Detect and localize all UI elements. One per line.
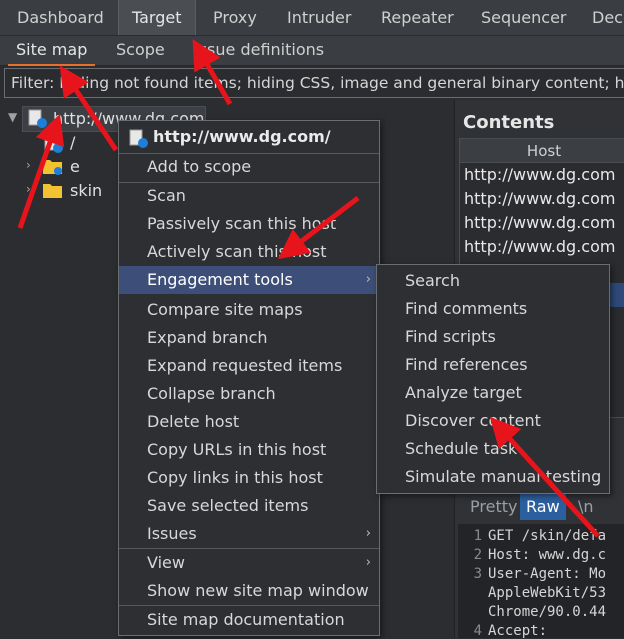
line-number: 2 [473, 547, 482, 563]
code-line: GET /skin/defa [488, 528, 607, 544]
folder-icon [43, 184, 62, 198]
menu-item-view[interactable]: View › [119, 549, 379, 577]
menu-item-copy-urls[interactable]: Copy URLs in this host [119, 436, 379, 464]
menu-item-label: Engagement tools [147, 270, 293, 289]
line-number: 4 [473, 623, 482, 639]
menu-item-engagement-tools[interactable]: Engagement tools › [119, 266, 379, 294]
subtab-issue-definitions[interactable]: Issue definitions [194, 36, 324, 66]
menu-item-label: View [147, 553, 185, 572]
menu-item-issues[interactable]: Issues › [119, 520, 379, 548]
page-icon [44, 134, 63, 153]
chevron-right-icon: › [365, 272, 371, 287]
folder-icon [43, 160, 62, 175]
target-subtabs: Site map Scope Issue definitions [0, 36, 624, 66]
code-line: Host: www.dg.c [488, 547, 607, 563]
menu-item-delete-host[interactable]: Delete host [119, 408, 379, 436]
request-editor[interactable]: 1 GET /skin/defa 2 Host: www.dg.c 3 User… [458, 524, 624, 639]
context-menu: http://www.dg.com/ Add to scope Scan Pas… [118, 120, 380, 636]
tab-dashboard[interactable]: Dashboard [17, 0, 104, 35]
menu-item-site-map-docs[interactable]: Site map documentation [119, 606, 379, 634]
menu-item-collapse-branch[interactable]: Collapse branch [119, 380, 379, 408]
line-number: 3 [473, 566, 482, 582]
submenu-item-find-comments[interactable]: Find comments [377, 295, 609, 323]
tab-pretty[interactable]: Pretty [464, 494, 523, 520]
menu-item-expand-branch[interactable]: Expand branch [119, 324, 379, 352]
code-line: User-Agent: Mo [488, 566, 607, 582]
code-line: AppleWebKit/53 [488, 585, 607, 601]
menu-item-save-selected[interactable]: Save selected items [119, 492, 379, 520]
submenu-item-simulate-manual-testing[interactable]: Simulate manual testing [377, 463, 609, 491]
filter-bar[interactable]: Filter: Hiding not found items; hiding C… [4, 68, 624, 98]
column-header-host[interactable]: Host [460, 139, 624, 163]
tree-item-e[interactable]: e [70, 156, 80, 178]
submenu-item-schedule-task[interactable]: Schedule task [377, 435, 609, 463]
submenu-item-analyze-target[interactable]: Analyze target [377, 379, 609, 407]
code-line: Chrome/90.0.44 [488, 604, 607, 620]
line-number: 1 [473, 528, 482, 544]
request-tabs: Pretty Raw \n [458, 494, 624, 520]
tab-intruder[interactable]: Intruder [287, 0, 351, 35]
tab-repeater[interactable]: Repeater [381, 0, 454, 35]
main-tabs: Dashboard Target Proxy Intruder Repeater… [0, 0, 624, 36]
table-row[interactable]: http://www.dg.com [460, 187, 624, 211]
menu-item-label: Issues [147, 524, 197, 543]
tree-item-skin[interactable]: skin [70, 180, 102, 202]
tab-raw[interactable]: Raw [520, 494, 566, 520]
chevron-down-icon[interactable]: ▼ [8, 110, 17, 124]
submenu-item-discover-content[interactable]: Discover content [377, 407, 609, 435]
menu-item-passively-scan[interactable]: Passively scan this host [119, 210, 379, 238]
chevron-right-icon[interactable]: › [26, 182, 31, 196]
contents-title: Contents [463, 112, 555, 133]
tab-newline[interactable]: \n [572, 494, 600, 520]
submenu-item-find-scripts[interactable]: Find scripts [377, 323, 609, 351]
tree-item-root-path[interactable]: / [70, 132, 75, 154]
table-row[interactable]: http://www.dg.com [460, 163, 624, 187]
menu-item-new-site-map-window[interactable]: Show new site map window [119, 577, 379, 605]
menu-item-compare-site-maps[interactable]: Compare site maps [119, 296, 379, 324]
table-row[interactable]: http://www.dg.com [460, 235, 624, 259]
subtab-scope[interactable]: Scope [116, 36, 165, 66]
submenu-item-find-references[interactable]: Find references [377, 351, 609, 379]
tab-sequencer[interactable]: Sequencer [481, 0, 567, 35]
tab-target[interactable]: Target [118, 0, 196, 35]
menu-item-copy-links[interactable]: Copy links in this host [119, 464, 379, 492]
menu-item-actively-scan[interactable]: Actively scan this host [119, 238, 379, 266]
menu-item-add-to-scope[interactable]: Add to scope [119, 153, 379, 181]
menu-item-scan[interactable]: Scan [119, 182, 379, 210]
site-icon [129, 129, 148, 148]
table-row[interactable]: http://www.dg.com [460, 211, 624, 235]
submenu-item-search[interactable]: Search [377, 267, 609, 295]
chevron-right-icon[interactable]: › [26, 158, 31, 172]
chevron-right-icon: › [365, 526, 371, 541]
tab-decoder[interactable]: Deco [592, 0, 624, 35]
tab-proxy[interactable]: Proxy [213, 0, 257, 35]
menu-item-expand-requested[interactable]: Expand requested items [119, 352, 379, 380]
subtab-site-map[interactable]: Site map [8, 36, 96, 66]
code-line: Accept: [488, 623, 548, 639]
context-menu-header: http://www.dg.com/ [153, 127, 331, 146]
engagement-tools-submenu: Search Find comments Find scripts Find r… [376, 264, 610, 494]
site-icon [28, 109, 47, 128]
chevron-right-icon: › [365, 555, 371, 570]
